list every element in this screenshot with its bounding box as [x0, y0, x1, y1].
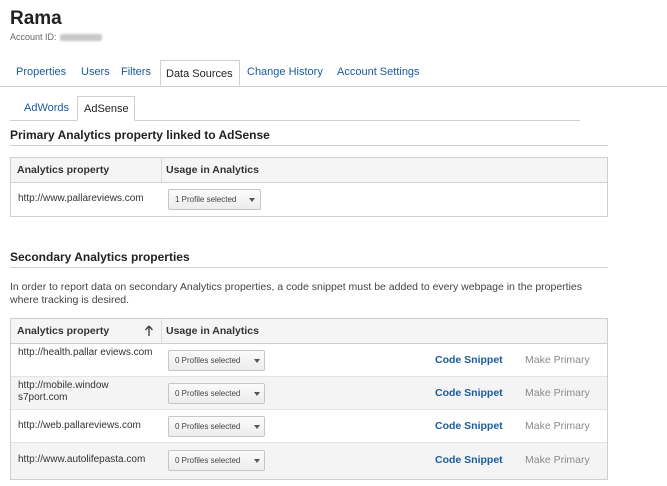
- usage-select[interactable]: 0 Profiles selected: [168, 416, 265, 437]
- property-url: http://web.pallareviews.com: [18, 420, 141, 431]
- tab-data-sources[interactable]: Data Sources: [160, 60, 240, 86]
- primary-property-table: Analytics property Usage in Analytics ht…: [10, 157, 608, 217]
- primary-section-title: Primary Analytics property linked to AdS…: [10, 128, 270, 142]
- make-primary-link[interactable]: Make Primary: [525, 420, 590, 432]
- account-name: Rama: [10, 8, 62, 29]
- table-row: http://www.pallareviews.com 1 Profile se…: [11, 183, 607, 216]
- caret-down-icon: [254, 359, 260, 363]
- column-header-usage: Usage in Analytics: [166, 325, 259, 337]
- table-row: http://web.pallareviews.com 0 Profiles s…: [11, 410, 607, 443]
- sub-tab-bar: AdWords AdSense: [10, 96, 580, 121]
- usage-select[interactable]: 0 Profiles selected: [168, 383, 265, 404]
- account-id: Account ID:: [10, 32, 102, 42]
- usage-select[interactable]: 0 Profiles selected: [168, 350, 265, 371]
- secondary-property-table: Analytics property Usage in Analytics ht…: [10, 318, 608, 480]
- tab-filters[interactable]: Filters: [121, 66, 151, 78]
- usage-select-value: 0 Profiles selected: [175, 422, 241, 431]
- arrow-up-icon[interactable]: [144, 325, 154, 337]
- usage-select-value: 0 Profiles selected: [175, 456, 241, 465]
- make-primary-link[interactable]: Make Primary: [525, 454, 590, 466]
- code-snippet-link[interactable]: Code Snippet: [435, 420, 503, 432]
- account-id-label: Account ID:: [10, 32, 57, 42]
- tab-properties[interactable]: Properties: [16, 66, 66, 78]
- column-header-usage: Usage in Analytics: [166, 164, 259, 176]
- tab-change-history[interactable]: Change History: [247, 66, 323, 78]
- column-divider: [161, 319, 162, 343]
- primary-section-divider: [10, 145, 608, 146]
- table-row: http://mobile.window s7port.com 0 Profil…: [11, 377, 607, 410]
- usage-select-value: 0 Profiles selected: [175, 356, 241, 365]
- usage-select-value: 0 Profiles selected: [175, 389, 241, 398]
- usage-select[interactable]: 1 Profile selected: [168, 189, 261, 210]
- table-header: Analytics property Usage in Analytics: [11, 319, 607, 344]
- subtab-adsense[interactable]: AdSense: [77, 96, 135, 121]
- caret-down-icon: [249, 198, 255, 202]
- table-row: http://health.pallar eviews.com 0 Profil…: [11, 344, 607, 377]
- secondary-section-title: Secondary Analytics properties: [10, 250, 190, 264]
- make-primary-link[interactable]: Make Primary: [525, 354, 590, 366]
- column-header-property: Analytics property: [17, 164, 110, 176]
- table-header: Analytics property Usage in Analytics: [11, 158, 607, 183]
- code-snippet-link[interactable]: Code Snippet: [435, 454, 503, 466]
- property-url: http://health.pallar eviews.com: [18, 347, 153, 358]
- property-url: http://www.autolifepasta.com: [18, 454, 146, 465]
- account-id-redacted: [59, 34, 102, 42]
- make-primary-link[interactable]: Make Primary: [525, 387, 590, 399]
- property-url: http://www.pallareviews.com: [18, 193, 144, 204]
- caret-down-icon: [254, 392, 260, 396]
- code-snippet-link[interactable]: Code Snippet: [435, 387, 503, 399]
- usage-select[interactable]: 0 Profiles selected: [168, 450, 265, 471]
- caret-down-icon: [254, 459, 260, 463]
- property-url: http://mobile.window s7port.com: [18, 380, 109, 403]
- column-divider: [161, 158, 162, 182]
- code-snippet-link[interactable]: Code Snippet: [435, 354, 503, 366]
- tab-users[interactable]: Users: [81, 66, 110, 78]
- caret-down-icon: [254, 425, 260, 429]
- usage-select-value: 1 Profile selected: [175, 195, 237, 204]
- subtab-adwords[interactable]: AdWords: [24, 102, 69, 114]
- tab-account-settings[interactable]: Account Settings: [337, 66, 420, 78]
- table-row: http://www.autolifepasta.com 0 Profiles …: [11, 443, 607, 479]
- main-tab-bar: Properties Users Filters Data Sources Ch…: [0, 60, 667, 87]
- secondary-section-divider: [10, 267, 608, 268]
- secondary-description: In order to report data on secondary Ana…: [10, 281, 583, 306]
- column-header-property[interactable]: Analytics property: [17, 325, 109, 337]
